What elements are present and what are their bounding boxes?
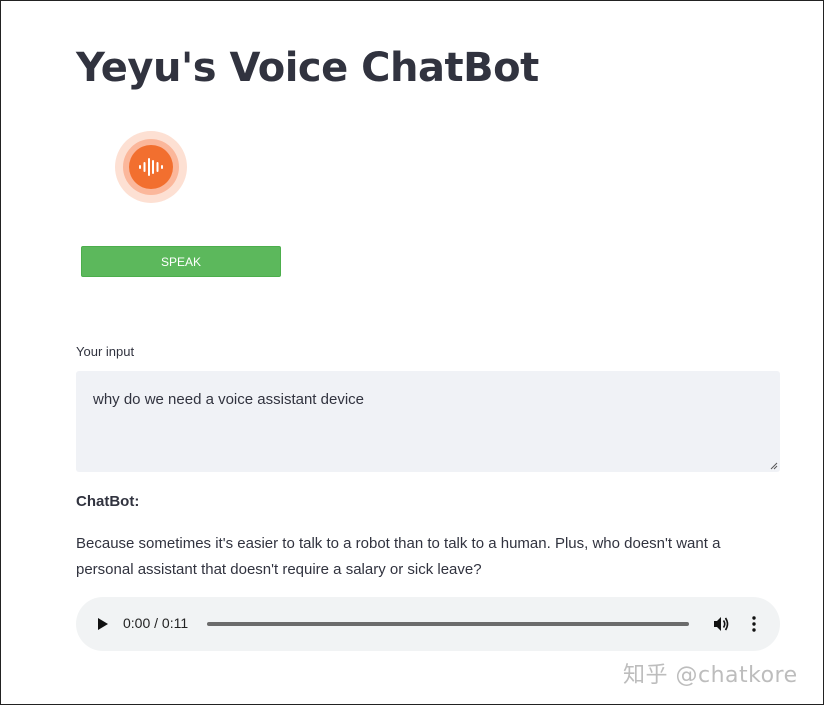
input-label: Your input [76,344,135,359]
chatbot-label: ChatBot: [76,493,140,510]
watermark: 知乎 @chatkore [623,663,798,688]
voice-recorder-button[interactable] [115,131,187,203]
play-icon[interactable] [97,617,109,631]
audio-wave-icon [129,145,173,189]
user-input-value: why do we need a voice assistant device [93,391,364,408]
page-title: Yeyu's Voice ChatBot [76,45,539,91]
resize-handle-icon[interactable] [770,462,778,470]
speak-button[interactable]: SPEAK [81,246,281,277]
user-input-textarea[interactable]: why do we need a voice assistant device [76,371,780,472]
audio-progress-bar[interactable] [207,622,689,626]
volume-icon[interactable] [712,615,730,633]
audio-time: 0:00 / 0:11 [123,615,189,631]
audio-player: 0:00 / 0:11 [76,597,780,651]
chatbot-response: Because sometimes it's easier to talk to… [76,535,721,578]
app-frame: Yeyu's Voice ChatBot SPEAK Your input wh… [0,0,824,705]
more-options-icon[interactable] [750,615,758,633]
